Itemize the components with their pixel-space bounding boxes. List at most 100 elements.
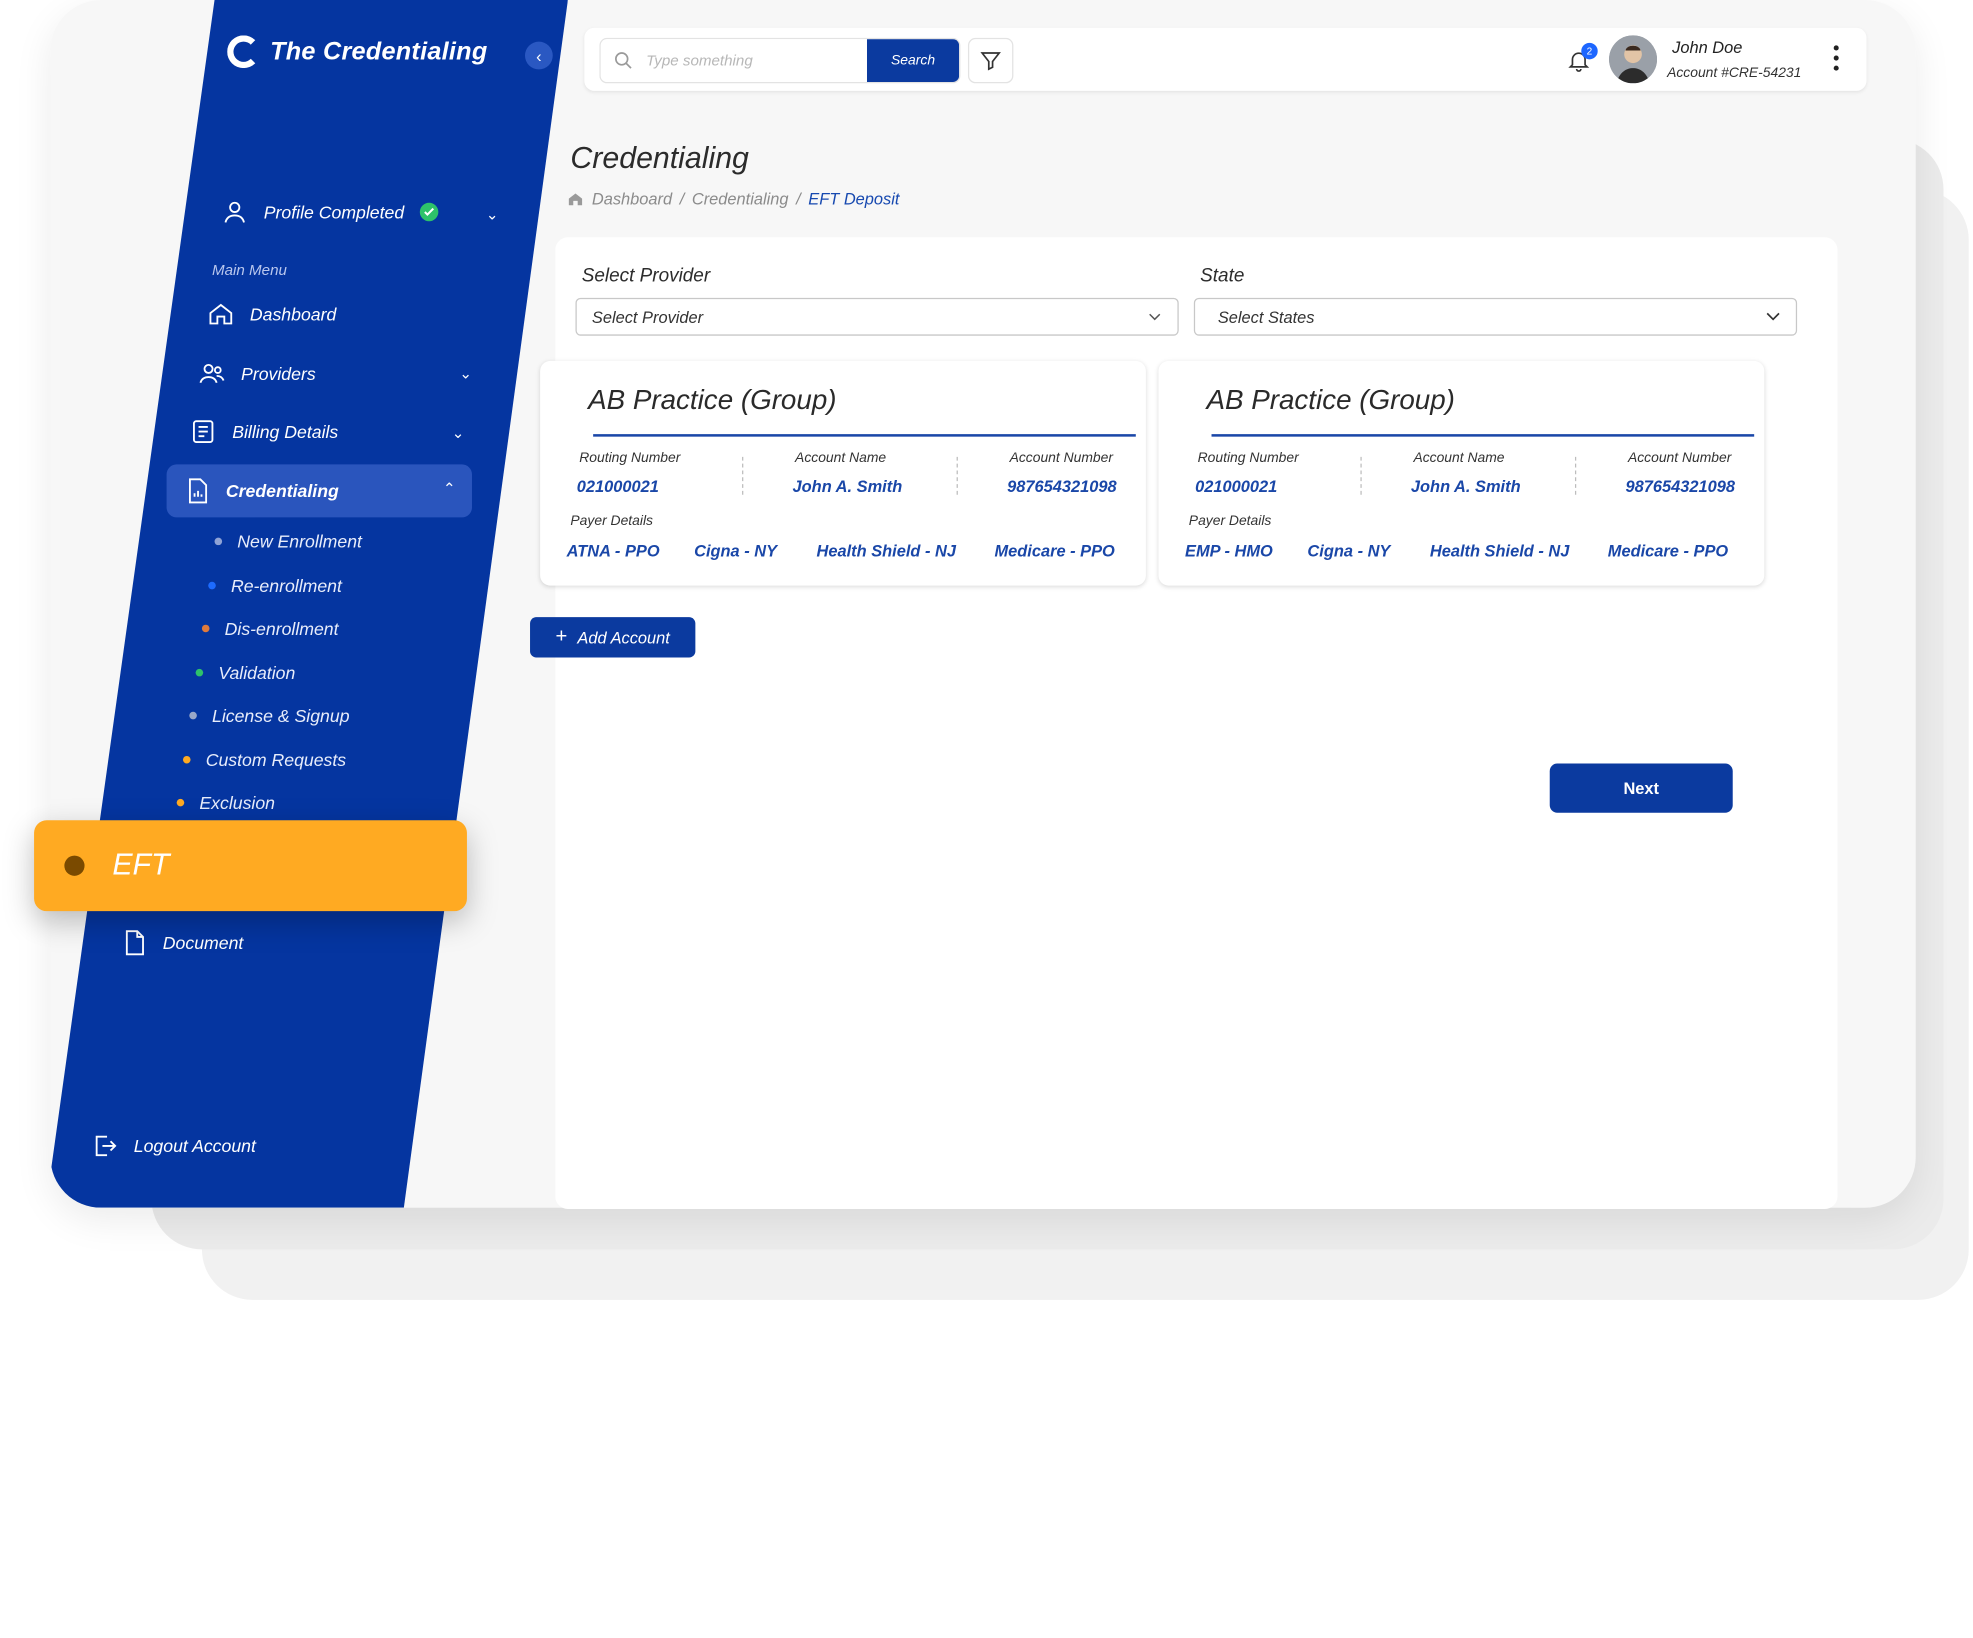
provider-select[interactable]: Select Provider bbox=[575, 297, 1179, 336]
avatar[interactable] bbox=[1609, 35, 1658, 84]
logout-icon bbox=[95, 1135, 117, 1157]
filter-button[interactable] bbox=[967, 37, 1014, 84]
state-select[interactable]: Select States bbox=[1193, 297, 1798, 336]
logout-label: Logout Account bbox=[133, 1135, 256, 1156]
submenu-custom-requests[interactable]: Custom Requests bbox=[182, 749, 347, 770]
account-number-label: Account Number bbox=[1009, 450, 1114, 466]
sidebar-item-providers[interactable]: Providers bbox=[198, 360, 316, 388]
status-dot bbox=[201, 624, 210, 633]
search-button[interactable]: Search bbox=[866, 39, 960, 83]
sidebar-item-dashboard[interactable]: Dashboard bbox=[207, 300, 336, 328]
submenu-label: New Enrollment bbox=[237, 531, 362, 552]
chevron-down-icon[interactable]: ⌄ bbox=[459, 365, 472, 383]
submenu-label: Re-enrollment bbox=[230, 575, 342, 596]
user-name: John Doe bbox=[1672, 37, 1743, 57]
users-icon bbox=[199, 363, 225, 384]
user-avatar-icon bbox=[1609, 35, 1658, 84]
add-account-button[interactable]: + Add Account bbox=[530, 617, 696, 658]
sidebar-item-label: Document bbox=[162, 932, 244, 953]
logout-button[interactable]: Logout Account bbox=[91, 1132, 256, 1160]
status-dot bbox=[176, 798, 185, 807]
routing-number-value: 021000021 bbox=[576, 477, 659, 496]
page-title: Credentialing bbox=[570, 141, 749, 176]
status-dot bbox=[182, 755, 191, 764]
divider bbox=[1574, 456, 1578, 495]
breadcrumb-current: EFT Deposit bbox=[808, 189, 900, 209]
divider bbox=[956, 456, 960, 495]
card-title: AB Practice (Group) bbox=[1206, 383, 1455, 416]
routing-number-label: Routing Number bbox=[579, 450, 681, 466]
account-number-label: Account Number bbox=[1627, 450, 1732, 466]
breadcrumb: Dashboard / Credentialing / EFT Deposit bbox=[567, 189, 900, 209]
sidebar-item-label: Billing Details bbox=[232, 421, 339, 442]
status-dot bbox=[195, 668, 204, 677]
submenu-re-enrollment[interactable]: Re-enrollment bbox=[208, 575, 342, 596]
chevron-down-icon[interactable]: ⌄ bbox=[486, 206, 499, 224]
divider bbox=[1211, 434, 1755, 437]
main-menu-label: Main Menu bbox=[212, 261, 287, 279]
breadcrumb-item[interactable]: Dashboard bbox=[592, 189, 672, 208]
breadcrumb-item[interactable]: Credentialing bbox=[692, 189, 789, 208]
filter-icon bbox=[980, 52, 1001, 71]
payer-item: Medicare - PPO bbox=[1607, 541, 1729, 561]
sidebar-item-label: Dashboard bbox=[249, 304, 337, 325]
account-card[interactable]: AB Practice (Group) Routing Number 02100… bbox=[540, 360, 1146, 586]
profile-status[interactable]: Profile Completed bbox=[221, 198, 440, 226]
state-select-value: Select States bbox=[1217, 307, 1315, 327]
plus-icon: + bbox=[555, 625, 568, 648]
account-name-label: Account Name bbox=[1413, 450, 1505, 466]
account-name-label: Account Name bbox=[795, 450, 887, 466]
chevron-down-icon bbox=[1766, 312, 1780, 321]
routing-number-value: 021000021 bbox=[1195, 477, 1278, 496]
sidebar-item-document[interactable]: Document bbox=[120, 929, 243, 957]
submenu-new-enrollment[interactable]: New Enrollment bbox=[214, 531, 362, 552]
provider-label: Select Provider bbox=[581, 265, 711, 287]
collapse-sidebar-button[interactable]: ‹ bbox=[524, 41, 553, 70]
divider bbox=[1360, 456, 1363, 495]
home-icon bbox=[568, 192, 583, 205]
sidebar-item-label: Providers bbox=[241, 363, 316, 384]
chevron-down-icon[interactable]: ⌄ bbox=[452, 424, 465, 442]
notification-badge: 2 bbox=[1581, 42, 1598, 60]
payer-item: Health Shield - NJ bbox=[1429, 541, 1570, 561]
user-icon bbox=[224, 201, 245, 223]
account-number-value: 987654321098 bbox=[1007, 477, 1117, 496]
submenu-exclusion[interactable]: Exclusion bbox=[176, 793, 275, 813]
more-options-icon[interactable] bbox=[1833, 45, 1839, 71]
logo-icon bbox=[227, 35, 260, 69]
submenu-label: Dis-enrollment bbox=[224, 618, 339, 639]
status-dot bbox=[64, 855, 85, 876]
check-circle-icon bbox=[420, 202, 439, 222]
account-name-value: John A. Smith bbox=[1410, 477, 1521, 496]
document-chart-icon bbox=[189, 478, 208, 504]
profile-label: Profile Completed bbox=[263, 201, 405, 223]
next-button[interactable]: Next bbox=[1549, 763, 1733, 813]
chevron-up-icon[interactable]: ⌃ bbox=[443, 480, 456, 498]
search-box: Search bbox=[599, 37, 961, 84]
top-bar: Search 2 John Doe Account #CRE-54231 bbox=[584, 27, 1867, 91]
card-title: AB Practice (Group) bbox=[588, 383, 837, 416]
search-input[interactable] bbox=[600, 39, 867, 83]
submenu-label: License & Signup bbox=[212, 705, 350, 726]
payer-details-label: Payer Details bbox=[1188, 513, 1272, 529]
provider-select-value: Select Provider bbox=[591, 307, 704, 327]
app-scene: The Credentialing ‹ Profile Completed ⌄ … bbox=[0, 0, 1973, 1638]
payer-item: EMP - HMO bbox=[1185, 541, 1273, 561]
sidebar-item-credentialing[interactable]: Credentialing bbox=[183, 477, 339, 505]
payer-details-label: Payer Details bbox=[570, 513, 653, 529]
search-icon bbox=[615, 52, 632, 69]
submenu-validation[interactable]: Validation bbox=[195, 662, 296, 683]
status-dot bbox=[208, 581, 216, 590]
sidebar-item-billing[interactable]: Billing Details bbox=[189, 418, 338, 446]
submenu-label: Validation bbox=[218, 662, 296, 683]
account-card[interactable]: AB Practice (Group) Routing Number 02100… bbox=[1158, 360, 1765, 586]
submenu-license-signup[interactable]: License & Signup bbox=[189, 705, 350, 726]
submenu-dis-enrollment[interactable]: Dis-enrollment bbox=[201, 618, 339, 639]
submenu-label: Custom Requests bbox=[205, 749, 347, 770]
sidebar-item-eft[interactable]: EFT bbox=[34, 820, 467, 912]
logo[interactable]: The Credentialing bbox=[227, 35, 487, 69]
billing-icon bbox=[193, 420, 214, 443]
file-icon bbox=[125, 930, 144, 956]
account-name-value: John A. Smith bbox=[792, 477, 903, 496]
payer-item: Medicare - PPO bbox=[994, 541, 1115, 561]
